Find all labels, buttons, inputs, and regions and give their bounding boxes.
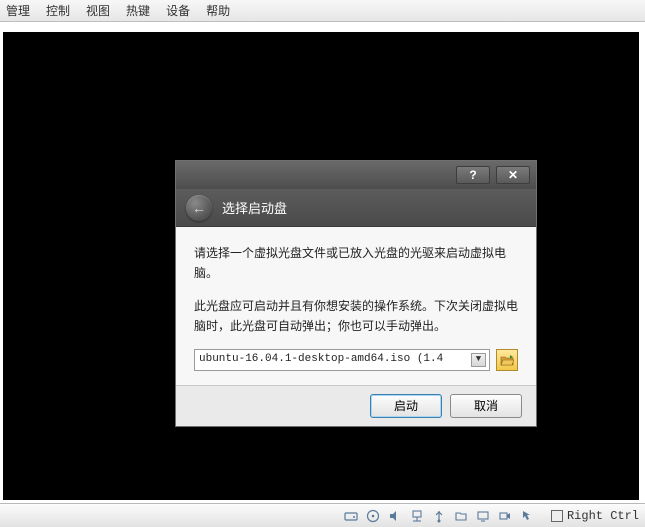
start-button[interactable]: 启动 — [370, 394, 442, 418]
shared-folder-icon[interactable] — [453, 508, 469, 524]
recording-icon[interactable] — [497, 508, 513, 524]
menu-help[interactable]: 帮助 — [206, 2, 230, 19]
dialog-paragraph-1: 请选择一个虚拟光盘文件或已放入光盘的光驱来启动虚拟电脑。 — [194, 243, 518, 284]
dialog-paragraph-2: 此光盘应可启动并且有你想安装的操作系统。下次关闭虚拟电脑时，此光盘可自动弹出；你… — [194, 296, 518, 337]
dialog-titlebar: ? ✕ — [176, 161, 536, 189]
harddisk-icon[interactable] — [343, 508, 359, 524]
dialog-header: ← 选择启动盘 — [176, 189, 536, 227]
disk-file-value: ubuntu-16.04.1-desktop-amd64.iso (1.4 — [199, 350, 485, 369]
host-key-label: Right Ctrl — [567, 509, 639, 523]
host-key-indicator: Right Ctrl — [551, 509, 639, 523]
dialog-body: 请选择一个虚拟光盘文件或已放入光盘的光驱来启动虚拟电脑。 此光盘应可启动并且有你… — [176, 227, 536, 385]
menu-hotkeys[interactable]: 热键 — [126, 2, 150, 19]
menu-bar: 管理 控制 视图 热键 设备 帮助 — [0, 0, 645, 22]
status-bar: Right Ctrl — [0, 503, 645, 527]
dialog-close-button[interactable]: ✕ — [496, 166, 530, 184]
menu-devices[interactable]: 设备 — [166, 2, 190, 19]
keyboard-led-icon — [551, 510, 563, 522]
status-icons: Right Ctrl — [343, 508, 639, 524]
menu-manage[interactable]: 管理 — [6, 2, 30, 19]
chevron-down-icon[interactable]: ▼ — [471, 353, 486, 367]
optical-disc-icon[interactable] — [365, 508, 381, 524]
dialog-help-button[interactable]: ? — [456, 166, 490, 184]
disk-file-combobox[interactable]: ubuntu-16.04.1-desktop-amd64.iso (1.4 ▼ — [194, 349, 490, 371]
cancel-button[interactable]: 取消 — [450, 394, 522, 418]
menu-view[interactable]: 视图 — [86, 2, 110, 19]
folder-icon — [500, 354, 514, 366]
mouse-integration-icon[interactable] — [519, 508, 535, 524]
usb-icon[interactable] — [431, 508, 447, 524]
dialog-title: 选择启动盘 — [222, 198, 287, 217]
back-icon[interactable]: ← — [186, 195, 212, 221]
vm-display-container: ? ✕ ← 选择启动盘 请选择一个虚拟光盘文件或已放入光盘的光驱来启动虚拟电脑。… — [0, 22, 645, 503]
select-startup-disk-dialog: ? ✕ ← 选择启动盘 请选择一个虚拟光盘文件或已放入光盘的光驱来启动虚拟电脑。… — [175, 160, 537, 427]
menu-control[interactable]: 控制 — [46, 2, 70, 19]
dialog-footer: 启动 取消 — [176, 385, 536, 426]
display-icon[interactable] — [475, 508, 491, 524]
browse-disk-button[interactable] — [496, 349, 518, 371]
audio-icon[interactable] — [387, 508, 403, 524]
network-icon[interactable] — [409, 508, 425, 524]
file-selector-row: ubuntu-16.04.1-desktop-amd64.iso (1.4 ▼ — [194, 349, 518, 371]
